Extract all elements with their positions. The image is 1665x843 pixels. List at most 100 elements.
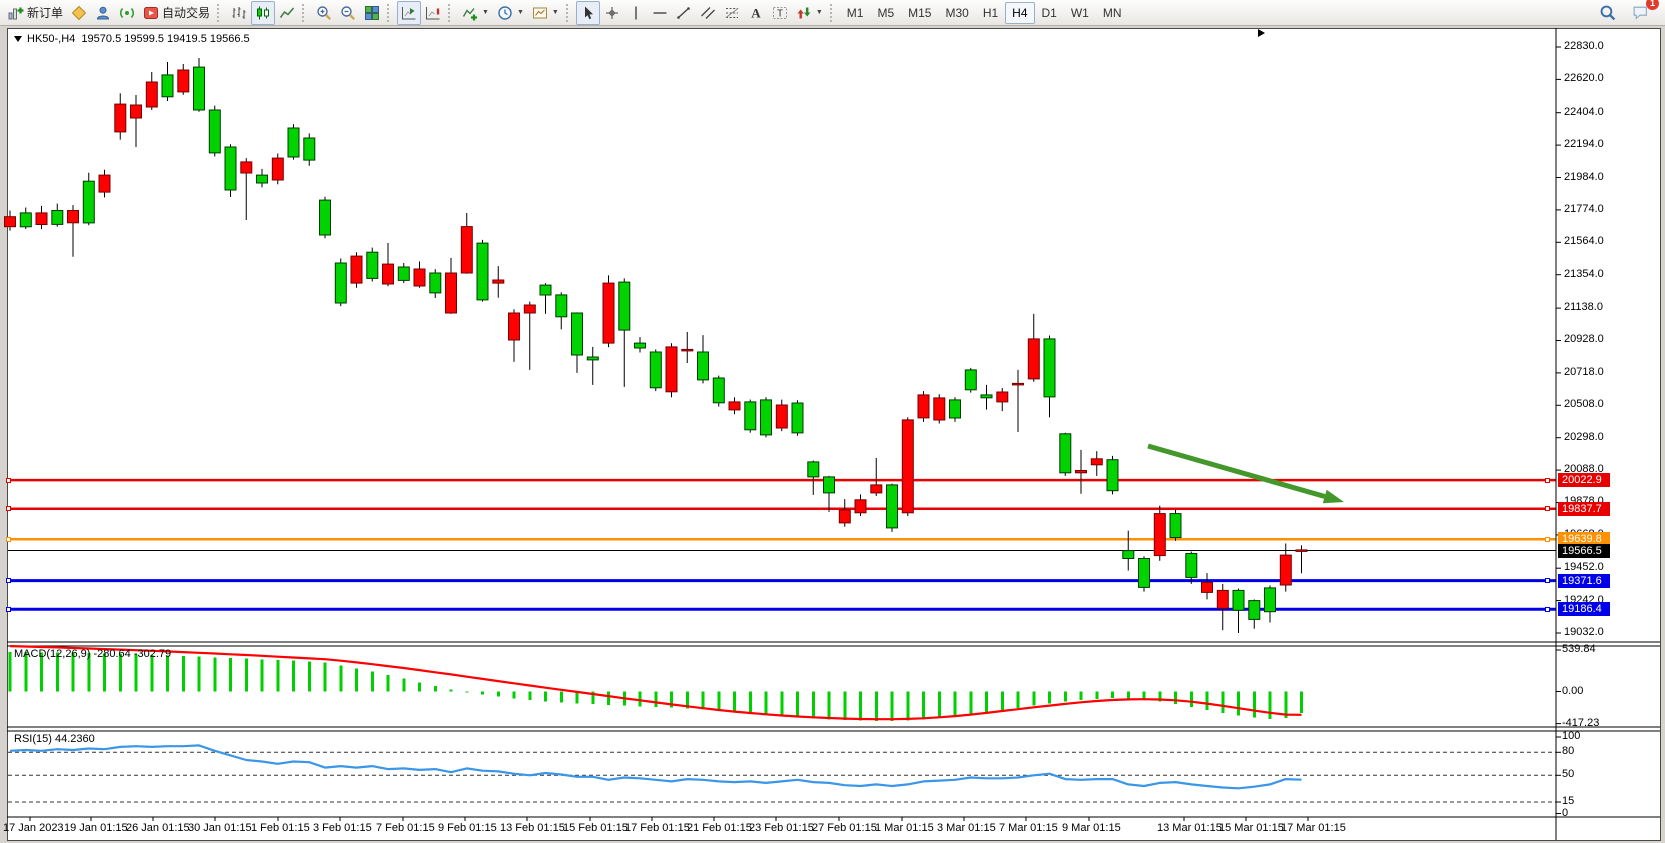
signals-button[interactable]: [115, 1, 139, 25]
chevron-down-icon[interactable]: ▼: [816, 9, 823, 16]
chevron-down-icon[interactable]: ▼: [482, 9, 489, 16]
hline-icon: [652, 5, 668, 21]
line-handle[interactable]: [6, 578, 11, 583]
timeframe-m15-button[interactable]: M15: [901, 2, 938, 24]
crosshair-button[interactable]: [600, 1, 624, 25]
timeframe-h1-button[interactable]: H1: [976, 2, 1005, 24]
templates-icon: [532, 5, 548, 21]
time-axis-label: 30 Jan 01:15: [188, 822, 252, 834]
chevron-down-icon[interactable]: ▼: [517, 9, 524, 16]
chart-shift-button[interactable]: [397, 1, 421, 25]
timeframe-h4-button[interactable]: H4: [1005, 2, 1034, 24]
toolbar-group: [312, 1, 384, 25]
tile-windows-button[interactable]: [360, 1, 384, 25]
time-axis-label: 13 Feb 01:15: [500, 822, 565, 834]
candles-icon: [255, 5, 271, 21]
line-handle[interactable]: [1545, 506, 1550, 511]
chevron-down-icon[interactable]: ▼: [552, 9, 559, 16]
symbol-label: HK50-,H4: [27, 33, 75, 45]
cursor-icon: [580, 5, 596, 21]
rsi-value: 44.2360: [55, 733, 95, 745]
price-tick-label: 22194.0: [1564, 138, 1604, 150]
time-axis-label: 13 Mar 01:15: [1157, 822, 1222, 834]
new-order-label: 新订单: [27, 4, 63, 21]
crosshair-icon: [604, 5, 620, 21]
arrows-tool-button[interactable]: ▼: [792, 1, 827, 25]
profile-button[interactable]: [91, 1, 115, 25]
zoom-out-icon: [340, 5, 356, 21]
line-handle[interactable]: [6, 537, 11, 542]
notification-badge: 1: [1646, 0, 1659, 10]
quotes-button[interactable]: [67, 1, 91, 25]
channel-tool-button[interactable]: [696, 1, 720, 25]
timeframe-m1-button[interactable]: M1: [840, 2, 871, 24]
trendline-tool-button[interactable]: [672, 1, 696, 25]
quotes-icon: [71, 5, 87, 21]
text-tool-button[interactable]: A: [744, 1, 768, 25]
autotrade-icon: [143, 5, 159, 21]
toolbar-group: [397, 1, 445, 25]
cursor-button[interactable]: [576, 1, 600, 25]
indicators-button[interactable]: ▼: [458, 1, 493, 25]
line-handle[interactable]: [1545, 537, 1550, 542]
price-tick-label: 20718.0: [1564, 366, 1604, 378]
timeframe-m30-button[interactable]: M30: [938, 2, 975, 24]
horizontal-line-tool-button[interactable]: [648, 1, 672, 25]
tile-windows-icon: [364, 5, 380, 21]
chevron-down-icon[interactable]: [14, 36, 22, 42]
line-handle[interactable]: [1545, 578, 1550, 583]
periods-button[interactable]: ▼: [493, 1, 528, 25]
line-chart-mode-button[interactable]: [275, 1, 299, 25]
rsi-tick-label: 0: [1562, 807, 1568, 819]
price-tag-19371.6: 19371.6: [1558, 574, 1610, 588]
timeframe-w1-button[interactable]: W1: [1064, 2, 1096, 24]
candlestick-mode-button[interactable]: [251, 1, 275, 25]
notifications-button[interactable]: 1: [1628, 1, 1653, 25]
price-tag-19837.7: 19837.7: [1558, 502, 1610, 516]
price-tick-label: 21564.0: [1564, 235, 1604, 247]
macd-indicator-label: MACD(12,26,9) -280.64 -302.79: [14, 648, 171, 660]
time-axis-label: 15 Mar 01:15: [1219, 822, 1284, 834]
chart-window: [7, 28, 1661, 841]
time-axis-label: 23 Feb 01:15: [749, 822, 814, 834]
templates-button[interactable]: ▼: [528, 1, 563, 25]
zoom-in-button[interactable]: [312, 1, 336, 25]
search-button[interactable]: [1595, 1, 1620, 25]
indicators-icon: [462, 5, 478, 21]
rsi-tick-label: 50: [1562, 768, 1574, 780]
auto-trading-label: 自动交易: [162, 4, 210, 21]
chart-title: HK50-,H4 19570.5 19599.5 19419.5 19566.5: [14, 33, 250, 45]
time-axis-label: 9 Mar 01:15: [1062, 822, 1121, 834]
line-handle[interactable]: [1545, 607, 1550, 612]
fibonacci-icon: [724, 5, 740, 21]
chart-shift-marker-icon[interactable]: [1258, 29, 1265, 37]
time-axis-label: 3 Feb 01:15: [313, 822, 372, 834]
rsi-name: RSI(15): [14, 733, 52, 745]
auto-scroll-button[interactable]: [421, 1, 445, 25]
line-handle[interactable]: [6, 478, 11, 483]
line-handle[interactable]: [6, 607, 11, 612]
timeframe-d1-button[interactable]: D1: [1035, 2, 1064, 24]
label-tool-button[interactable]: T: [768, 1, 792, 25]
fibonacci-tool-button[interactable]: [720, 1, 744, 25]
auto-trading-button[interactable]: 自动交易: [139, 1, 214, 25]
rsi-indicator-label: RSI(15) 44.2360: [14, 733, 95, 745]
toolbar-grip: [448, 4, 455, 22]
new-order-button[interactable]: 新订单: [4, 1, 67, 25]
zoom-in-icon: [316, 5, 332, 21]
line-handle[interactable]: [6, 506, 11, 511]
auto-scroll-icon: [425, 5, 441, 21]
time-axis-label: 7 Mar 01:15: [999, 822, 1058, 834]
chart-shift-icon: [401, 5, 417, 21]
line-handle[interactable]: [1545, 478, 1550, 483]
vertical-line-tool-button[interactable]: [624, 1, 648, 25]
price-tick-label: 19452.0: [1564, 561, 1604, 573]
timeframe-mn-button[interactable]: MN: [1096, 2, 1129, 24]
rsi-tick-label: 80: [1562, 745, 1574, 757]
time-axis-label: 15 Feb 01:15: [563, 822, 628, 834]
timeframe-m5-button[interactable]: M5: [870, 2, 901, 24]
bar-chart-mode-button[interactable]: [227, 1, 251, 25]
arrows-icon: [796, 5, 812, 21]
zoom-out-button[interactable]: [336, 1, 360, 25]
clock-icon: [497, 5, 513, 21]
